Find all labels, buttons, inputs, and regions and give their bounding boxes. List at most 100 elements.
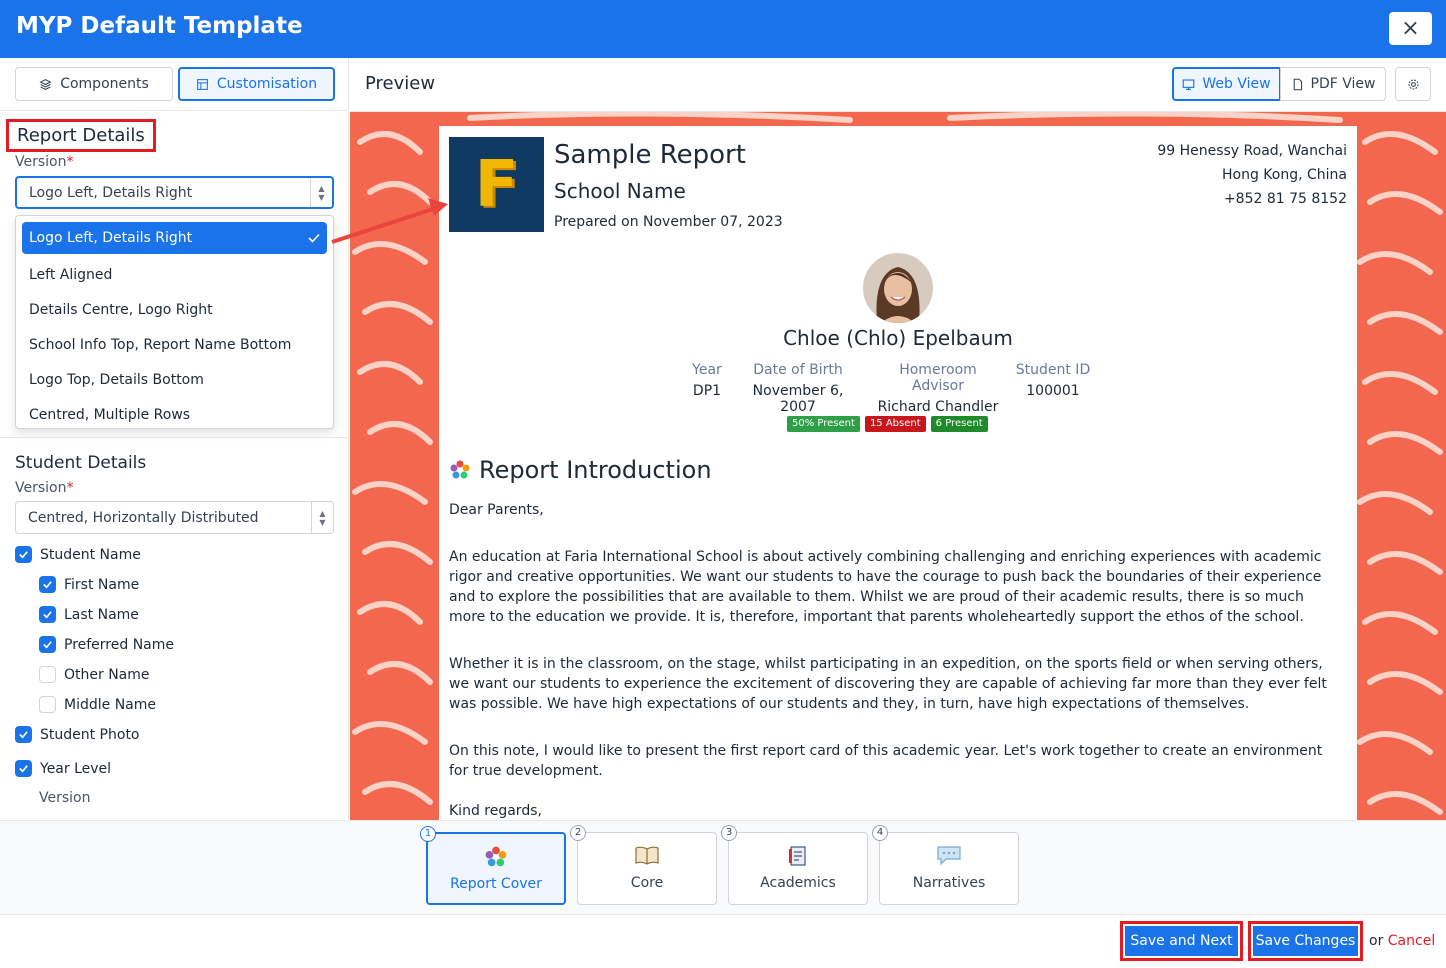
flower-icon bbox=[485, 846, 507, 867]
step-narratives[interactable]: 4 Narratives bbox=[872, 825, 1019, 905]
checkbox-year-level[interactable]: Year Level bbox=[15, 760, 111, 777]
school-logo: F bbox=[449, 137, 544, 232]
tab-customisation[interactable]: Customisation bbox=[178, 67, 335, 101]
checkbox-label: Student Name bbox=[40, 546, 141, 563]
paragraph: An education at Faria International Scho… bbox=[449, 549, 1322, 625]
report-version-label: Version* bbox=[15, 154, 74, 170]
checkbox-label: First Name bbox=[64, 576, 140, 593]
info-value: Richard Chandler bbox=[877, 399, 999, 415]
flower-icon bbox=[450, 460, 470, 479]
close-icon: × bbox=[1401, 16, 1420, 41]
step-core[interactable]: 2 Core bbox=[570, 825, 717, 905]
checkbox-other-name[interactable]: Other Name bbox=[39, 666, 150, 683]
step-report-cover[interactable]: 1 Report Cover bbox=[420, 826, 566, 905]
step-academics[interactable]: 3 Academics bbox=[721, 825, 868, 905]
step-label: Core bbox=[630, 875, 664, 891]
checkbox-label: Year Level bbox=[40, 760, 112, 777]
checkbox-label: Last Name bbox=[64, 606, 139, 623]
checkbox-unchecked-icon bbox=[39, 666, 56, 683]
steps-bar: 1 Report Cover 2 Core 3 Academics 4 Narr… bbox=[0, 820, 1446, 914]
report-version-select[interactable]: Logo Left, Details Right ▲ ▼ bbox=[15, 176, 334, 209]
checkbox-label: Student Photo bbox=[40, 726, 140, 743]
save-changes-button[interactable]: Save Changes bbox=[1248, 921, 1363, 961]
checkbox-checked-icon bbox=[15, 726, 32, 743]
checkbox-label: Preferred Name bbox=[64, 636, 175, 653]
dropdown-option[interactable]: Left Aligned bbox=[16, 257, 333, 292]
or-text: or bbox=[1369, 933, 1384, 949]
student-details-heading: Student Details bbox=[15, 453, 147, 473]
checkbox-middle-name[interactable]: Middle Name bbox=[39, 696, 156, 713]
open-book-icon bbox=[635, 846, 659, 865]
preview-title: Preview bbox=[365, 73, 436, 94]
checkbox-student-name[interactable]: Student Name bbox=[15, 546, 141, 563]
footer: Save and Next Save Changes or Cancel bbox=[0, 914, 1446, 968]
web-view-label: Web View bbox=[1202, 76, 1271, 92]
student-name: Chloe (Chlo) Epelbaum bbox=[783, 326, 1013, 350]
student-version-select[interactable]: Centred, Horizontally Distributed ▲ ▼ bbox=[15, 501, 334, 534]
info-key: Date of Birth bbox=[753, 362, 843, 378]
close-button[interactable]: × bbox=[1389, 12, 1432, 45]
save-and-next-label: Save and Next bbox=[1123, 924, 1240, 958]
dropdown-option[interactable]: Logo Top, Details Bottom bbox=[16, 362, 333, 397]
save-and-next-button[interactable]: Save and Next bbox=[1120, 921, 1243, 961]
notebook-icon bbox=[789, 846, 806, 866]
speech-bubble-icon bbox=[937, 846, 961, 866]
checkbox-label: Other Name bbox=[64, 666, 150, 683]
info-advisor: Homeroom Advisor Richard Chandler bbox=[871, 362, 1005, 415]
layout-icon bbox=[196, 78, 208, 90]
window-title: MYP Default Template bbox=[16, 13, 303, 39]
dropdown-option[interactable]: School Info Top, Report Name Bottom bbox=[16, 327, 333, 362]
checkbox-preferred-name[interactable]: Preferred Name bbox=[39, 636, 174, 653]
step-number: 1 bbox=[420, 826, 436, 842]
gear-icon bbox=[1408, 79, 1418, 89]
address-line: 99 Henessy Road, Wanchai bbox=[1157, 143, 1347, 159]
checkbox-checked-icon bbox=[15, 760, 32, 777]
intro-title: Report Introduction bbox=[479, 456, 712, 484]
dropdown-option[interactable]: Centred, Multiple Rows bbox=[16, 397, 333, 432]
checkbox-unchecked-icon bbox=[39, 696, 56, 713]
prepared-date: Prepared on November 07, 2023 bbox=[554, 214, 783, 230]
option-label: Logo Left, Details Right bbox=[29, 230, 193, 246]
web-view-button[interactable]: Web View bbox=[1172, 67, 1281, 101]
updown-icon: ▲ ▼ bbox=[310, 178, 332, 207]
phone-number: +852 81 75 8152 bbox=[1223, 191, 1347, 207]
info-student-id: Student ID 100001 bbox=[1015, 362, 1091, 399]
info-key: Homeroom Advisor bbox=[899, 362, 977, 394]
dropdown-option-selected[interactable]: Logo Left, Details Right bbox=[22, 222, 327, 254]
info-value: 100001 bbox=[1026, 383, 1080, 399]
paragraph: On this note, I would like to present th… bbox=[449, 743, 1323, 779]
greeting: Dear Parents, bbox=[449, 502, 544, 518]
tab-customisation-label: Customisation bbox=[216, 76, 318, 92]
info-dob: Date of Birth November 6, 2007 bbox=[734, 362, 862, 415]
step-label: Report Cover bbox=[450, 876, 542, 892]
checkbox-checked-icon bbox=[39, 636, 56, 653]
preview-header: Preview Web View PDF View bbox=[350, 58, 1446, 112]
step-number: 4 bbox=[872, 825, 888, 841]
monitor-icon bbox=[1183, 78, 1195, 90]
cancel-link[interactable]: Cancel bbox=[1388, 933, 1435, 949]
divider bbox=[0, 437, 348, 438]
school-address: 99 Henessy Road, Wanchai Hong Kong, Chin… bbox=[1157, 139, 1347, 211]
student-photo bbox=[863, 253, 933, 323]
tab-components[interactable]: Components bbox=[15, 67, 173, 101]
paragraph: Whether it is in the classroom, on the s… bbox=[449, 656, 1327, 712]
step-number: 3 bbox=[721, 825, 737, 841]
student-version-label: Version* bbox=[15, 480, 74, 496]
file-pdf-icon bbox=[1293, 78, 1302, 90]
report-preview: F Sample Report School Name Prepared on … bbox=[350, 112, 1446, 820]
checkbox-checked-icon bbox=[39, 606, 56, 623]
checkbox-last-name[interactable]: Last Name bbox=[39, 606, 139, 623]
settings-button[interactable] bbox=[1395, 67, 1431, 101]
pdf-view-button[interactable]: PDF View bbox=[1280, 67, 1386, 101]
report-title: Sample Report bbox=[554, 140, 746, 170]
dropdown-option[interactable]: Details Centre, Logo Right bbox=[16, 292, 333, 327]
check-icon bbox=[308, 233, 320, 243]
report-version-value: Logo Left, Details Right bbox=[29, 184, 193, 201]
checkbox-checked-icon bbox=[39, 576, 56, 593]
checkbox-student-photo[interactable]: Student Photo bbox=[15, 726, 140, 743]
school-name: School Name bbox=[554, 179, 686, 203]
checkbox-first-name[interactable]: First Name bbox=[39, 576, 139, 593]
info-key: Student ID bbox=[1015, 362, 1091, 378]
year-level-version-label: Version bbox=[39, 790, 91, 806]
info-key: Year bbox=[692, 362, 722, 378]
